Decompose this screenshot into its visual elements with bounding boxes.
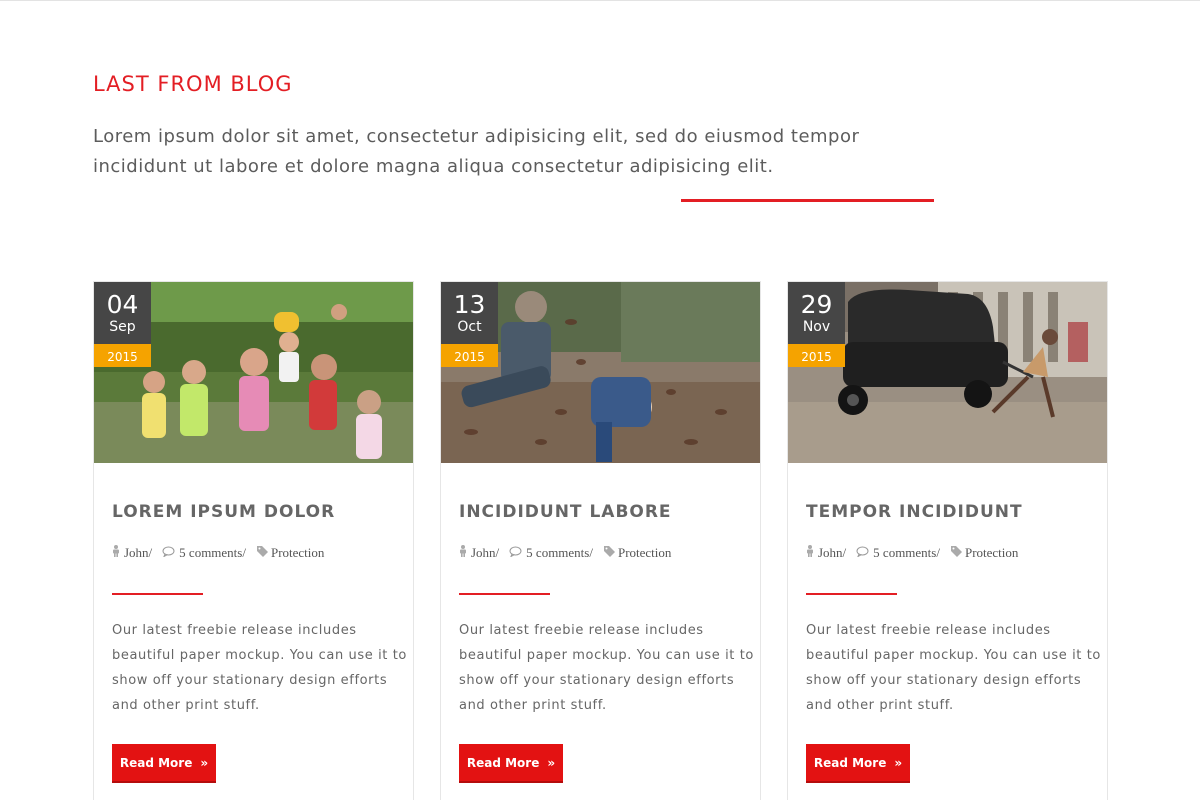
post-title[interactable]: INCIDIDUNT LABORE	[459, 502, 672, 522]
post-title[interactable]: TEMPOR INCIDIDUNT	[806, 502, 1023, 522]
user-icon	[806, 545, 814, 561]
top-divider	[0, 0, 1200, 1]
read-more-button[interactable]: Read More »	[459, 744, 563, 783]
post-category[interactable]: Protection	[618, 545, 671, 561]
post-meta: John/ 5 comments/ Protection	[459, 545, 671, 561]
post-title[interactable]: LOREM IPSUM DOLOR	[112, 502, 335, 522]
post-month: Oct	[457, 319, 482, 335]
card-divider	[112, 593, 203, 595]
post-excerpt: Our latest freebie release includes beau…	[112, 623, 407, 713]
user-icon	[112, 545, 120, 561]
double-chevron-right-icon: »	[547, 755, 556, 770]
section-intro: Lorem ipsum dolor sit amet, consectetur …	[93, 126, 860, 177]
comment-icon	[162, 545, 175, 561]
card-divider	[806, 593, 897, 595]
post-author[interactable]: John/	[124, 545, 152, 561]
double-chevron-right-icon: »	[894, 755, 903, 770]
post-date-badge: 13 Oct 2015	[441, 282, 498, 367]
read-more-label: Read More	[813, 755, 887, 770]
read-more-label: Read More	[466, 755, 540, 770]
post-author[interactable]: John/	[818, 545, 846, 561]
read-more-label: Read More	[119, 755, 193, 770]
post-year: 2015	[94, 344, 151, 367]
post-year: 2015	[441, 344, 498, 367]
card-divider	[459, 593, 550, 595]
post-meta: John/ 5 comments/ Protection	[112, 545, 324, 561]
comment-icon	[509, 545, 522, 561]
tag-icon	[603, 545, 616, 561]
post-month: Nov	[802, 319, 831, 335]
blog-card: 29 Nov 2015 TEMPOR INCIDIDUNT John/ 5 co…	[787, 281, 1108, 800]
post-category[interactable]: Protection	[965, 545, 1018, 561]
post-excerpt: Our latest freebie release includes beau…	[806, 623, 1101, 713]
post-day: 04	[106, 290, 139, 319]
post-comments[interactable]: 5 comments/	[873, 545, 940, 561]
post-day: 13	[453, 290, 486, 319]
comment-icon	[856, 545, 869, 561]
post-category[interactable]: Protection	[271, 545, 324, 561]
tag-icon	[256, 545, 269, 561]
tag-icon	[950, 545, 963, 561]
post-author[interactable]: John/	[471, 545, 499, 561]
post-meta: John/ 5 comments/ Protection	[806, 545, 1018, 561]
user-icon	[459, 545, 467, 561]
post-excerpt: Our latest freebie release includes beau…	[459, 623, 754, 713]
blog-card: 13 Oct 2015 INCIDIDUNT LABORE John/ 5 co…	[440, 281, 761, 800]
post-year: 2015	[788, 344, 845, 367]
section-divider	[681, 199, 934, 202]
post-month: Sep	[109, 319, 136, 335]
read-more-button[interactable]: Read More »	[806, 744, 910, 783]
read-more-button[interactable]: Read More »	[112, 744, 216, 783]
post-date-badge: 29 Nov 2015	[788, 282, 845, 367]
post-comments[interactable]: 5 comments/	[179, 545, 246, 561]
post-comments[interactable]: 5 comments/	[526, 545, 593, 561]
post-day: 29	[800, 290, 833, 319]
section-title: LAST FROM BLOG	[93, 72, 293, 96]
blog-card: 04 Sep 2015 LOREM IPSUM DOLOR John/ 5 co…	[93, 281, 414, 800]
post-date-badge: 04 Sep 2015	[94, 282, 151, 367]
double-chevron-right-icon: »	[200, 755, 209, 770]
